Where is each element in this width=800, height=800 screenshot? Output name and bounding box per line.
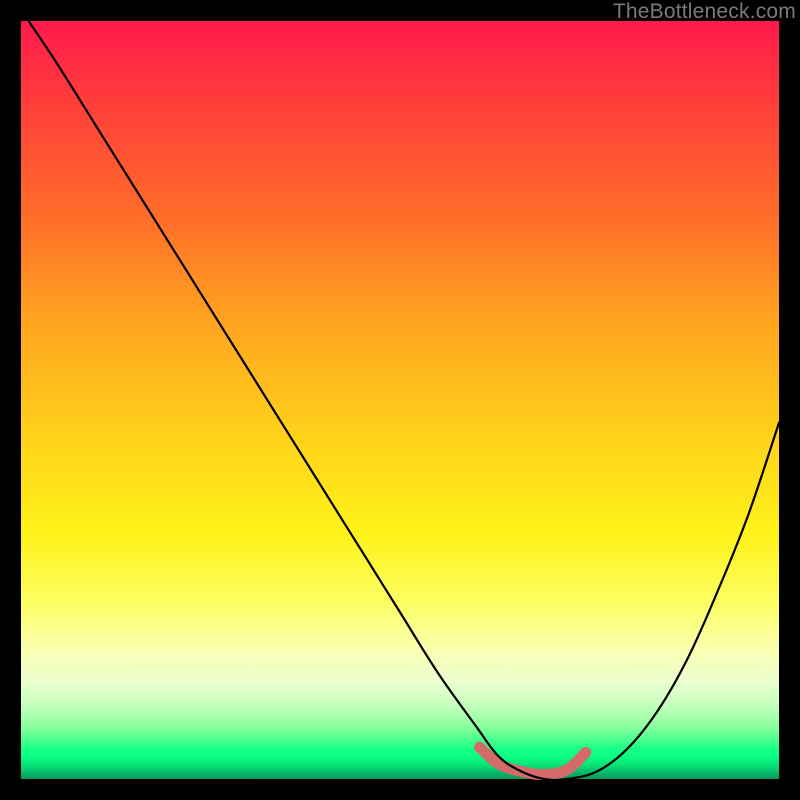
chart-svg <box>21 21 779 779</box>
trough-highlight <box>480 747 586 774</box>
watermark-text: TheBottleneck.com <box>613 0 796 24</box>
bottleneck-curve <box>29 21 779 780</box>
chart-plot-area <box>21 21 779 779</box>
chart-frame: TheBottleneck.com <box>0 0 800 800</box>
